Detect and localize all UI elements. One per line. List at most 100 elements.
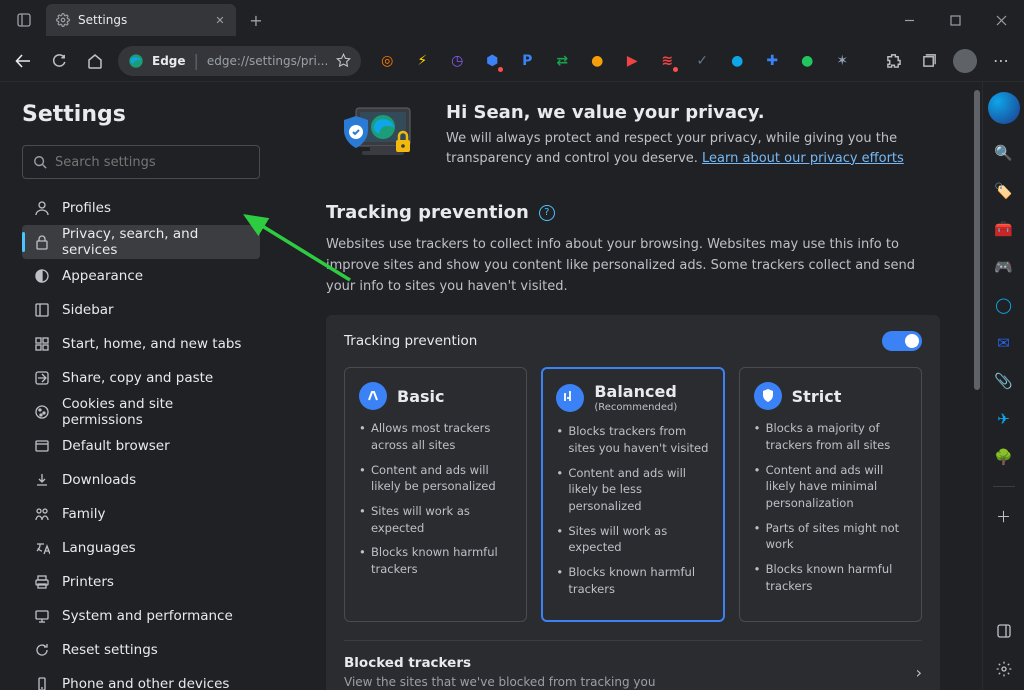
sidebar-item-start[interactable]: Start, home, and new tabs — [22, 327, 260, 361]
sidebar-item-downloads[interactable]: Downloads — [22, 463, 260, 497]
lock-icon — [34, 234, 50, 250]
sidebar-item-lock[interactable]: Privacy, search, and services — [22, 225, 260, 259]
sidebar-search-icon[interactable]: 🔍 — [991, 140, 1017, 166]
sidebar-item-label: Share, copy and paste — [62, 370, 213, 386]
extensions-menu-button[interactable] — [876, 45, 910, 77]
extension-button[interactable]: ⚡ — [406, 46, 438, 76]
favorite-button[interactable] — [336, 53, 351, 68]
hero-title: Hi Sean, we value your privacy. — [446, 102, 940, 123]
sidebar-item-phone[interactable]: Phone and other devices — [22, 667, 260, 690]
tab-title: Settings — [78, 13, 204, 27]
sidebar-item-printers[interactable]: Printers — [22, 565, 260, 599]
hero-body: We will always protect and respect your … — [446, 129, 940, 168]
sidebar-shopping-icon[interactable]: 🏷️ — [991, 178, 1017, 204]
sidebar-tools-icon[interactable]: 🧰 — [991, 216, 1017, 242]
extension-button[interactable]: ▶ — [616, 46, 648, 76]
address-url: edge://settings/pri... — [207, 54, 328, 68]
sidebar-item-sidebar[interactable]: Sidebar — [22, 293, 260, 327]
info-icon[interactable]: ? — [539, 205, 555, 221]
collections-button[interactable] — [912, 45, 946, 77]
extension-button[interactable]: ◎ — [371, 46, 403, 76]
extension-button[interactable]: ⇄ — [546, 46, 578, 76]
sidebar-item-appearance[interactable]: Appearance — [22, 259, 260, 293]
tracking-card-basic[interactable]: BasicAllows most trackers across all sit… — [344, 367, 527, 622]
sidebar-drop-icon[interactable]: 📎 — [991, 368, 1017, 394]
card-icon — [754, 382, 782, 410]
extension-button[interactable]: ≋ — [651, 46, 683, 76]
profile-button[interactable] — [948, 45, 982, 77]
sidebar-item-languages[interactable]: Languages — [22, 531, 260, 565]
privacy-learn-more-link[interactable]: Learn about our privacy efforts — [702, 151, 904, 166]
tracking-heading: Tracking prevention — [326, 202, 529, 223]
home-button[interactable] — [78, 45, 112, 77]
sidebar-item-label: Profiles — [62, 200, 111, 216]
card-icon — [359, 382, 387, 410]
appearance-icon — [34, 268, 50, 284]
extension-button[interactable]: ✓ — [686, 46, 718, 76]
blocked-trackers-row[interactable]: Blocked trackers View the sites that we'… — [344, 640, 922, 690]
sidebar-item-reset[interactable]: Reset settings — [22, 633, 260, 667]
close-window-button[interactable] — [978, 0, 1024, 40]
titlebar: Settings ✕ + — [0, 0, 1024, 40]
settings-sidebar: Settings Profiles Privacy, search, and se… — [0, 82, 280, 690]
settings-title: Settings — [22, 102, 260, 127]
sidebar-tree-icon[interactable]: 🌳 — [991, 444, 1017, 470]
sidebar-item-label: Appearance — [62, 268, 143, 284]
bing-sidebar-button[interactable] — [988, 92, 1020, 124]
extension-button[interactable]: P — [511, 46, 543, 76]
sidebar-icon — [34, 302, 50, 318]
toolbar: Edge | edge://settings/pri... ◎⚡◷⬢P⇄●▶≋✓… — [0, 40, 1024, 82]
extension-button[interactable]: ⬢ — [476, 46, 508, 76]
sidebar-item-label: Default browser — [62, 438, 170, 454]
sidebar-item-family[interactable]: Family — [22, 497, 260, 531]
sidebar-add-button[interactable]: ＋ — [991, 503, 1017, 529]
sidebar-item-label: System and performance — [62, 608, 233, 624]
browser-tab[interactable]: Settings ✕ — [46, 4, 236, 36]
sidebar-office-icon[interactable]: ◯ — [991, 292, 1017, 318]
tracking-card-balanced[interactable]: Balanced(Recommended)Blocks trackers fro… — [541, 367, 724, 622]
phone-icon — [34, 676, 50, 690]
sidebar-settings-button[interactable] — [991, 656, 1017, 682]
close-tab-button[interactable]: ✕ — [212, 12, 228, 28]
extension-button[interactable]: ● — [791, 46, 823, 76]
extensions-row: ◎⚡◷⬢P⇄●▶≋✓●✚●✶ — [371, 46, 874, 76]
more-button[interactable]: ⋯ — [984, 45, 1018, 77]
minimize-button[interactable] — [886, 0, 932, 40]
sidebar-send-icon[interactable]: ✈ — [991, 406, 1017, 432]
extension-button[interactable]: ✶ — [826, 46, 858, 76]
extension-button[interactable]: ✚ — [756, 46, 788, 76]
new-tab-button[interactable]: + — [242, 6, 270, 34]
extension-button[interactable]: ◷ — [441, 46, 473, 76]
sidebar-games-icon[interactable]: 🎮 — [991, 254, 1017, 280]
sidebar-item-system[interactable]: System and performance — [22, 599, 260, 633]
sidebar-outlook-icon[interactable]: ✉ — [991, 330, 1017, 356]
edge-logo-icon — [128, 53, 144, 69]
tab-actions-button[interactable] — [8, 6, 40, 34]
sidebar-item-label: Downloads — [62, 472, 136, 488]
sidebar-item-browser[interactable]: Default browser — [22, 429, 260, 463]
back-button[interactable] — [6, 45, 40, 77]
refresh-button[interactable] — [42, 45, 76, 77]
tracking-panel: Tracking prevention BasicAllows most tra… — [326, 315, 940, 690]
search-input-field[interactable] — [55, 155, 249, 170]
extension-button[interactable]: ● — [721, 46, 753, 76]
tracking-toggle-label: Tracking prevention — [344, 333, 477, 349]
sidebar-item-label: Start, home, and new tabs — [62, 336, 241, 352]
sidebar-item-share[interactable]: Share, copy and paste — [22, 361, 260, 395]
search-settings-input[interactable] — [22, 145, 260, 179]
tracking-toggle[interactable] — [882, 331, 922, 351]
sidebar-collapse-button[interactable] — [991, 618, 1017, 644]
languages-icon — [34, 540, 50, 556]
start-icon — [34, 336, 50, 352]
reset-icon — [34, 642, 50, 658]
maximize-button[interactable] — [932, 0, 978, 40]
card-icon — [556, 384, 584, 412]
extension-button[interactable]: ● — [581, 46, 613, 76]
tracking-card-strict[interactable]: StrictBlocks a majority of trackers from… — [739, 367, 922, 622]
sidebar-item-cookies[interactable]: Cookies and site permissions — [22, 395, 260, 429]
chevron-right-icon: › — [916, 663, 922, 682]
scrollbar[interactable] — [974, 90, 980, 390]
address-brand: Edge — [152, 54, 186, 68]
address-bar[interactable]: Edge | edge://settings/pri... — [118, 46, 361, 76]
sidebar-item-profile[interactable]: Profiles — [22, 191, 260, 225]
